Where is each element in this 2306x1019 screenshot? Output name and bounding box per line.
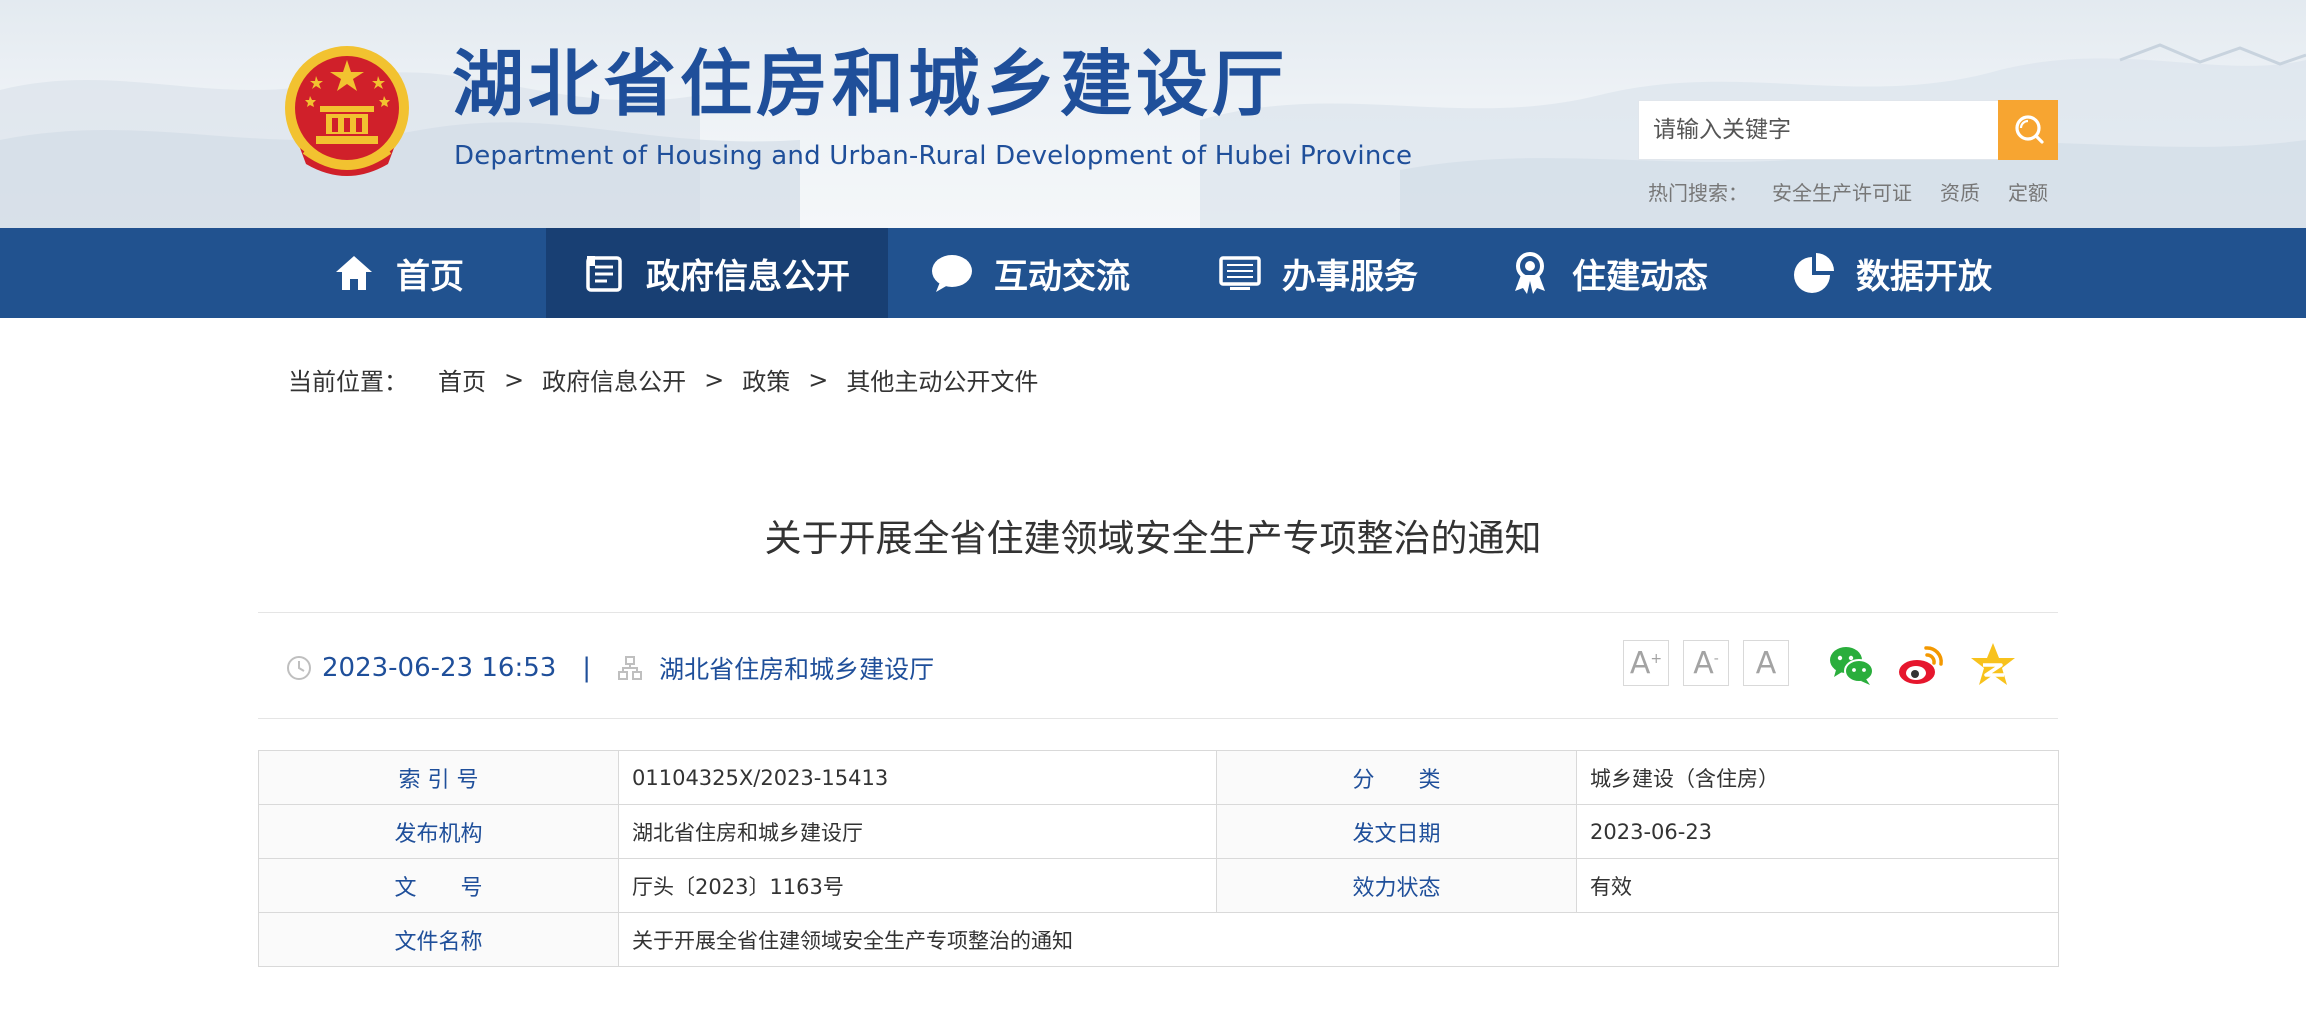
table-row: 发布机构 湖北省住房和城乡建设厅 发文日期 2023-06-23: [258, 804, 2059, 859]
nav-item-services[interactable]: 办事服务: [1218, 228, 1418, 318]
search-button[interactable]: [1998, 100, 2058, 160]
font-size-letter: A: [1755, 645, 1777, 681]
breadcrumb: 当前位置： 首页 > 政府信息公开 > 政策 > 其他主动公开文件: [288, 362, 1038, 397]
info-value: 湖北省住房和城乡建设厅: [618, 804, 1217, 859]
table-row: 文件名称 关于开展全省住建领域安全生产专项整治的通知: [258, 912, 2059, 967]
search-icon: [2015, 115, 2044, 144]
info-key: 文件名称: [258, 912, 619, 967]
font-size-sign: -: [1713, 651, 1719, 667]
info-value: 厅头〔2023〕1163号: [618, 858, 1217, 913]
article-meta: 2023-06-23 16:53 | 湖北省住房和城乡建设厅: [286, 648, 934, 688]
publish-datetime: 2023-06-23 16:53: [322, 653, 557, 683]
nav-label: 办事服务: [1282, 256, 1418, 297]
breadcrumb-separator: >: [808, 365, 829, 394]
breadcrumb-link-other-files[interactable]: 其他主动公开文件: [846, 362, 1038, 397]
breadcrumb-link-policy[interactable]: 政策: [742, 362, 790, 397]
search-box: [1638, 100, 2058, 160]
info-value: 2023-06-23: [1576, 804, 2059, 859]
site-header: 湖北省住房和城乡建设厅 Department of Housing and Ur…: [0, 0, 2306, 228]
info-key: 效力状态: [1216, 858, 1577, 913]
breadcrumb-link-home[interactable]: 首页: [438, 362, 486, 397]
info-value: 01104325X/2023-15413: [618, 750, 1217, 805]
nav-label: 数据开放: [1856, 256, 1992, 297]
font-size-increase-button[interactable]: A +: [1623, 640, 1669, 686]
hot-search-link[interactable]: 定额: [2008, 177, 2048, 206]
info-key: 发布机构: [258, 804, 619, 859]
nav-item-open-data[interactable]: 数据开放: [1792, 228, 1992, 318]
national-emblem-icon: [285, 46, 409, 176]
qzone-icon[interactable]: [1968, 640, 2018, 690]
wechat-icon[interactable]: [1826, 640, 1876, 690]
hot-search-link[interactable]: 安全生产许可证: [1772, 177, 1912, 206]
site-subtitle: Department of Housing and Urban-Rural De…: [454, 141, 1413, 171]
site-title: 湖北省住房和城乡建设厅: [452, 41, 1289, 126]
info-value: 有效: [1576, 858, 2059, 913]
nav-item-gov-info[interactable]: 政府信息公开: [546, 228, 888, 318]
breadcrumb-link-gov-info[interactable]: 政府信息公开: [542, 362, 686, 397]
document-info-table: 索 引 号 01104325X/2023-15413 分 类 城乡建设（含住房）…: [258, 750, 2059, 967]
breadcrumb-separator: >: [504, 365, 525, 394]
info-key: 发文日期: [1216, 804, 1577, 859]
monitor-icon: [1218, 251, 1262, 295]
info-value: 城乡建设（含住房）: [1576, 750, 2059, 805]
award-ribbon-icon: [1508, 251, 1552, 295]
nav-label: 住建动态: [1572, 256, 1708, 297]
hot-search: 热门搜索： 安全生产许可证 资质 定额: [1648, 177, 2048, 206]
nav-label: 互动交流: [994, 256, 1130, 297]
nav-label: 政府信息公开: [646, 256, 850, 297]
info-key: 分 类: [1216, 750, 1577, 805]
main-nav: 首页 政府信息公开 互动交流 办事服务 住建动态 数据开放: [0, 228, 2306, 318]
divider: [258, 718, 2058, 719]
divider: [258, 612, 2058, 613]
font-size-letter: A: [1629, 645, 1651, 681]
table-row: 文 号 厅头〔2023〕1163号 效力状态 有效: [258, 858, 2059, 913]
chat-bubble-icon: [930, 251, 974, 295]
organization-icon: [618, 656, 643, 680]
breadcrumb-label: 当前位置：: [288, 368, 408, 396]
nav-item-home[interactable]: 首页: [332, 228, 464, 318]
info-value: 关于开展全省住建领域安全生产专项整治的通知: [618, 912, 2059, 967]
document-icon: [582, 251, 626, 295]
font-size-sign: +: [1650, 651, 1663, 667]
weibo-icon[interactable]: [1896, 640, 1946, 690]
table-row: 索 引 号 01104325X/2023-15413 分 类 城乡建设（含住房）: [258, 750, 2059, 805]
article-title: 关于开展全省住建领域安全生产专项整治的通知: [764, 517, 1542, 560]
meta-separator: |: [582, 653, 592, 683]
home-icon: [332, 251, 376, 295]
nav-item-news[interactable]: 住建动态: [1508, 228, 1708, 318]
pie-chart-icon: [1792, 251, 1836, 295]
publish-source[interactable]: 湖北省住房和城乡建设厅: [659, 650, 934, 686]
info-key: 文 号: [258, 858, 619, 913]
nav-label: 首页: [396, 256, 464, 297]
hot-search-label: 热门搜索：: [1648, 181, 1748, 205]
font-size-letter: A: [1693, 645, 1714, 681]
hot-search-link[interactable]: 资质: [1940, 177, 1980, 206]
breadcrumb-separator: >: [704, 365, 725, 394]
font-size-reset-button[interactable]: A: [1743, 640, 1789, 686]
info-key: 索 引 号: [258, 750, 619, 805]
nav-item-interaction[interactable]: 互动交流: [930, 228, 1130, 318]
search-input[interactable]: [1639, 101, 1995, 159]
clock-icon: [287, 656, 311, 680]
font-size-decrease-button[interactable]: A-: [1683, 640, 1729, 686]
